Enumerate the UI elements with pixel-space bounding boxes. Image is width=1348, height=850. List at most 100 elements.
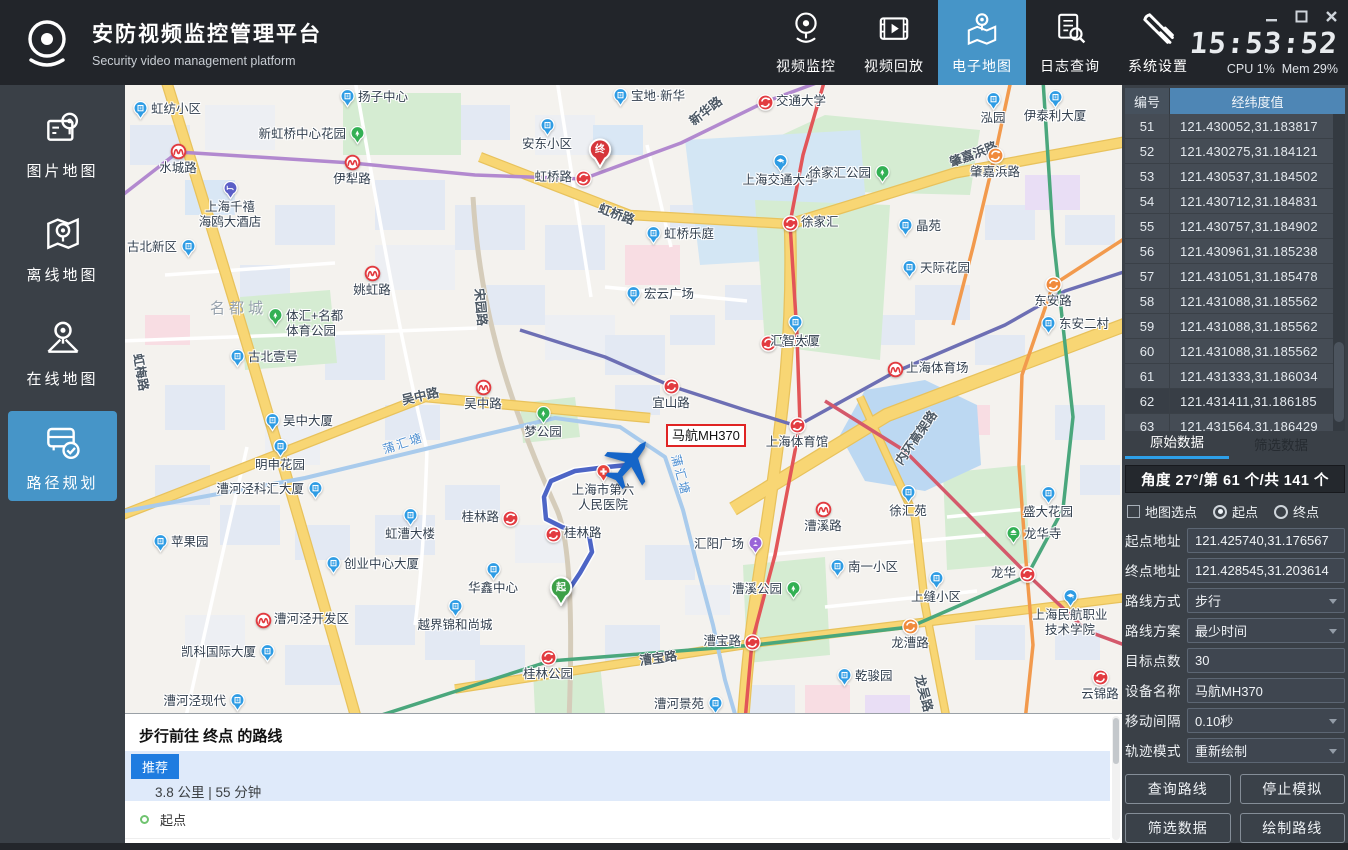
monitor-icon (788, 10, 824, 51)
sidebar-item-label: 图片地图 (26, 160, 98, 181)
route-panel-scrollbar[interactable] (1112, 716, 1120, 840)
route-plan-dropdown[interactable]: 最少时间 (1187, 618, 1345, 643)
table-scrollbar[interactable] (1333, 114, 1345, 431)
table-row[interactable]: 60121.431088,31.185562 (1125, 339, 1345, 364)
table-row[interactable]: 62121.431411,31.186185 (1125, 389, 1345, 414)
poi-label: 伊泰利大厦 (985, 109, 1122, 124)
poi-label: 华鑫中心 (423, 581, 563, 596)
maximize-button[interactable] (1294, 10, 1308, 24)
sidebar-item-route[interactable]: 路径规划 (8, 411, 117, 501)
route-mode-label: 路线方式 (1125, 590, 1187, 610)
row-coord-cell: 121.431088,31.185562 (1170, 289, 1345, 313)
poi-label: 水城路 (125, 161, 248, 176)
move-interval-dropdown[interactable]: 0.10秒 (1187, 708, 1345, 733)
table-row[interactable]: 53121.430537,31.184502 (1125, 164, 1345, 189)
end-address-input[interactable]: 121.428545,31.203614 (1187, 558, 1345, 583)
pick-row: 地图选点 起点 终点 (1125, 498, 1345, 525)
poi-label: 交通大学 (776, 94, 826, 109)
table-row[interactable]: 61121.431333,31.186034 (1125, 364, 1345, 389)
poi-pin-icon (338, 89, 357, 113)
filter-data-button[interactable]: 筛选数据 (1125, 813, 1231, 843)
close-button[interactable] (1324, 10, 1338, 24)
poi-pin-icon (228, 693, 247, 714)
nav-item-log[interactable]: 日志查询 (1026, 0, 1114, 85)
poi-label: 上海体育馆 (727, 435, 867, 450)
route-mode-dropdown[interactable]: 步行 (1187, 588, 1345, 613)
table-row[interactable]: 59121.431088,31.185562 (1125, 314, 1345, 339)
query-route-button[interactable]: 查询路线 (1125, 774, 1231, 804)
row-id-cell: 57 (1125, 264, 1170, 288)
poi-label: 扬子中心 (358, 90, 408, 105)
draw-route-button[interactable]: 绘制路线 (1240, 813, 1346, 843)
marker-start[interactable]: 起 (546, 572, 576, 611)
marker-end[interactable]: 终 (585, 134, 615, 173)
start-address-value: 121.425740,31.176567 (1195, 533, 1329, 548)
target-points-label: 目标点数 (1125, 650, 1187, 670)
svg-text:起: 起 (555, 581, 567, 594)
route-mode-value: 步行 (1195, 591, 1221, 610)
route-result-panel: 步行前往 终点 的路线 推荐 3.8 公里 | 55 分钟 起点 (125, 713, 1122, 843)
start-address-input[interactable]: 121.425740,31.176567 (1187, 528, 1345, 553)
poi-label: 龙华寺 (1024, 527, 1062, 542)
header-nav: 视频监控视频回放电子地图日志查询系统设置 (762, 0, 1202, 85)
settings-icon (1140, 10, 1176, 51)
route-plan-label: 路线方案 (1125, 620, 1187, 640)
poi-label: 天际花园 (920, 261, 970, 276)
map-canvas[interactable]: 虹纺小区扬子中心宝地·新华新华路交通大学上海交通大学徐家汇公园肇嘉浜路肇嘉浜路泓… (125, 85, 1122, 713)
start-radio[interactable] (1213, 505, 1227, 519)
track-mode-dropdown[interactable]: 重新绘制 (1187, 738, 1345, 763)
poi-pin-icon (228, 349, 247, 373)
start-radio-label: 起点 (1232, 502, 1258, 521)
sidebar-item-picmap[interactable]: 图片地图 (8, 99, 117, 189)
poi-metro2-icon (1018, 565, 1037, 589)
sidebar-item-offmap[interactable]: 离线地图 (8, 203, 117, 293)
table-scrollbar-thumb[interactable] (1334, 342, 1344, 422)
poi-pin-icon (258, 644, 277, 668)
table-row[interactable]: 57121.431051,31.185478 (1125, 264, 1345, 289)
map-pick-checkbox[interactable] (1127, 505, 1140, 518)
form-row-route-mode: 路线方式步行 (1125, 585, 1345, 615)
table-row[interactable]: 56121.430961,31.185238 (1125, 239, 1345, 264)
row-id-cell: 59 (1125, 314, 1170, 338)
table-row[interactable]: 54121.430712,31.184831 (1125, 189, 1345, 214)
device-name-input[interactable]: 马航MH370 (1187, 678, 1345, 703)
nav-item-settings[interactable]: 系统设置 (1114, 0, 1202, 85)
poi-pin-icon (896, 218, 915, 242)
row-coord-cell: 121.430712,31.184831 (1170, 189, 1345, 213)
route-recommended-band[interactable]: 推荐 3.8 公里 | 55 分钟 (125, 751, 1110, 801)
stop-simulation-button[interactable]: 停止模拟 (1240, 774, 1346, 804)
mem-stat: Mem 29% (1282, 62, 1338, 76)
minimize-button[interactable] (1264, 10, 1278, 24)
target-points-input[interactable]: 30 (1187, 648, 1345, 673)
poi-label: 乾骏园 (855, 669, 893, 684)
nav-item-monitor[interactable]: 视频监控 (762, 0, 850, 85)
sidebar: 图片地图离线地图在线地图路径规划 (0, 85, 125, 843)
table-row[interactable]: 55121.430757,31.184902 (1125, 214, 1345, 239)
table-row[interactable]: 63121.431564,31.186429 (1125, 414, 1345, 431)
row-id-cell: 55 (1125, 214, 1170, 238)
end-radio[interactable] (1274, 505, 1288, 519)
nav-item-emap[interactable]: 电子地图 (938, 0, 1026, 85)
coordinate-table: 编号 经纬度值 51121.430052,31.18381752121.4302… (1125, 88, 1345, 431)
poi-pin-icon (644, 226, 663, 250)
table-row[interactable]: 52121.430275,31.184121 (1125, 139, 1345, 164)
poi-park-icon (873, 165, 892, 189)
route-panel-scrollbar-thumb[interactable] (1113, 718, 1119, 764)
poi-label: 梦公园 (473, 425, 613, 440)
poi-label: 越界锦和尚城 (385, 618, 525, 633)
angle-status-bar: 角度 27°/第 61 个/共 141 个 (1125, 465, 1345, 493)
route-step-row[interactable]: 起点 (125, 801, 1110, 839)
tab-active[interactable]: 原始数据 (1125, 431, 1229, 459)
onmap-icon (43, 317, 83, 362)
poi-label: 漕河泾开发区 (274, 612, 349, 627)
poi-label: 徐汇苑 (838, 504, 978, 519)
poi-label: 漕河泾现代 (163, 694, 226, 709)
nav-item-playback[interactable]: 视频回放 (850, 0, 938, 85)
tab-inactive[interactable]: 筛选数据 (1229, 434, 1333, 459)
sidebar-item-onmap[interactable]: 在线地图 (8, 307, 117, 397)
row-id-cell: 54 (1125, 189, 1170, 213)
poi-pin-icon (624, 286, 643, 310)
table-row[interactable]: 58121.431088,31.185562 (1125, 289, 1345, 314)
table-row[interactable]: 51121.430052,31.183817 (1125, 114, 1345, 139)
poi-mall-icon (746, 536, 765, 560)
